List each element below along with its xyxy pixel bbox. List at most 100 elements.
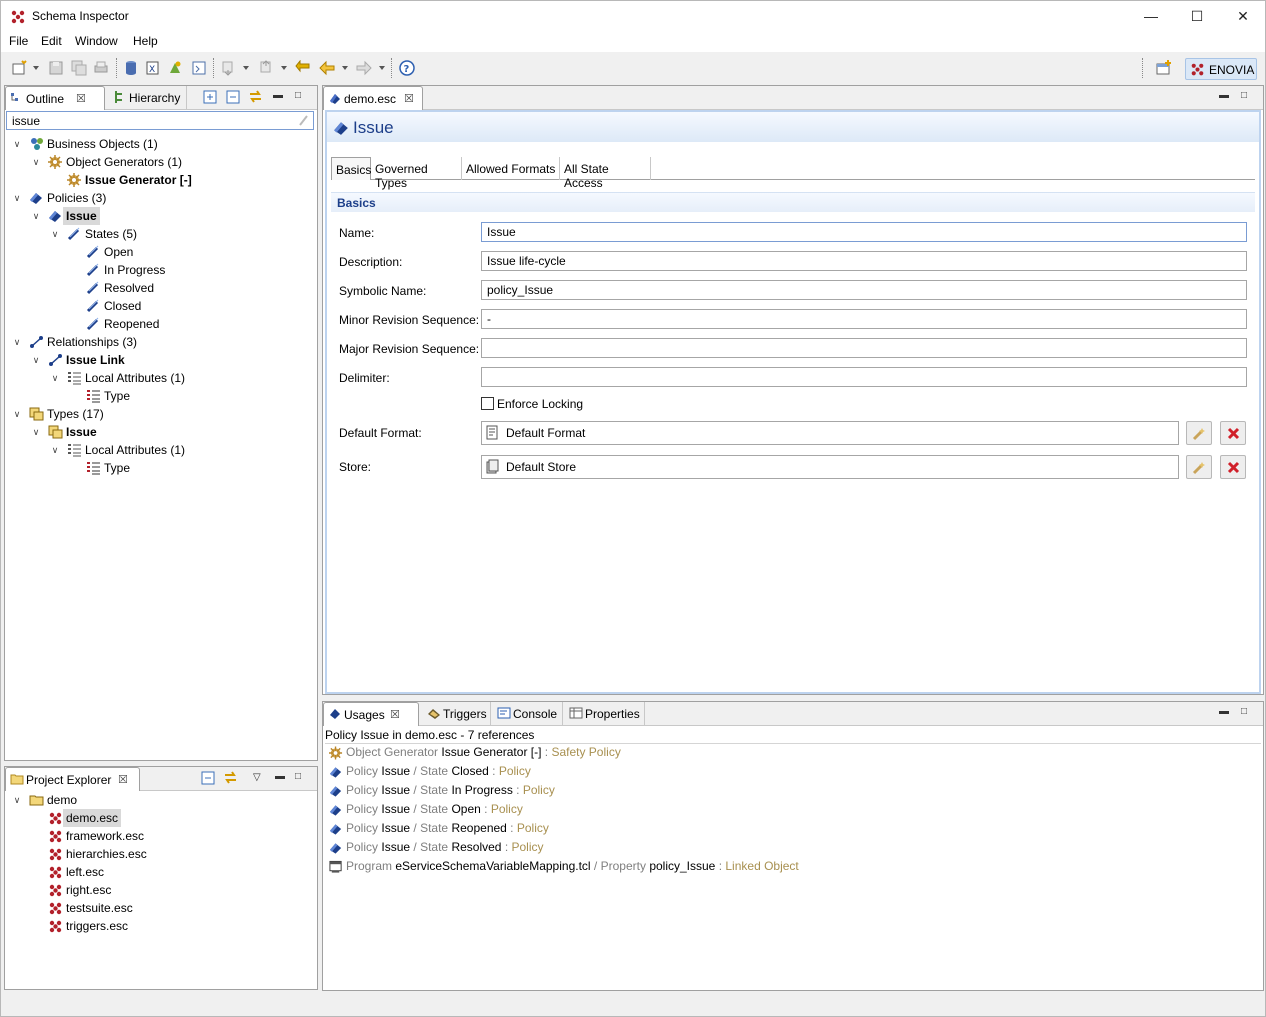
previous-annotation-icon[interactable] <box>258 60 274 76</box>
next-annotation-icon[interactable] <box>220 60 236 76</box>
clear-format-button[interactable] <box>1220 421 1246 445</box>
minimize-outline-icon[interactable]: ▬ <box>273 90 283 101</box>
expand-toggle-icon[interactable]: ∨ <box>31 423 41 441</box>
outline-filter-input[interactable]: issue <box>6 111 314 130</box>
usage-separator: / <box>413 783 417 797</box>
collapse-all-icon[interactable] <box>226 90 240 104</box>
name-input[interactable]: Issue <box>481 222 1247 242</box>
link-with-editor-icon[interactable] <box>248 89 263 104</box>
expand-toggle-icon[interactable]: ∨ <box>31 351 41 369</box>
state-icon <box>86 245 101 259</box>
usage-kind: Object Generator <box>346 745 439 759</box>
minimize-project-explorer-icon[interactable]: ▬ <box>275 771 285 782</box>
tab-demo-esc[interactable]: demo.esc ☒ <box>323 86 423 110</box>
tab-outline[interactable]: Outline ☒ <box>5 86 105 110</box>
tab-hierarchy[interactable]: Hierarchy <box>109 86 187 110</box>
major-revision-input[interactable] <box>481 338 1247 358</box>
usage-row[interactable]: Policy Issue / State In Progress : Polic… <box>329 781 555 800</box>
maximize-window-button[interactable]: ☐ <box>1174 1 1220 32</box>
expand-toggle-icon[interactable]: ∨ <box>12 405 22 423</box>
menu-help[interactable]: Help <box>133 34 158 48</box>
minimize-editor-icon[interactable]: ▬ <box>1219 90 1229 101</box>
expand-toggle-icon[interactable]: ∨ <box>31 207 41 225</box>
back-icon[interactable] <box>319 60 335 76</box>
delimiter-input[interactable] <box>481 367 1247 387</box>
previous-annotation-dropdown-icon[interactable] <box>281 66 287 70</box>
default-format-field[interactable]: Default Format <box>481 421 1179 445</box>
expand-toggle-icon[interactable]: ∨ <box>12 135 22 153</box>
forward-icon[interactable] <box>356 60 372 76</box>
clear-store-button[interactable] <box>1220 455 1246 479</box>
subtab-basics[interactable]: Basics <box>331 157 371 180</box>
run-icon[interactable] <box>167 60 183 76</box>
expand-toggle-icon[interactable]: ∨ <box>12 333 22 351</box>
subtab-allowed-formats[interactable]: Allowed Formats <box>463 157 560 180</box>
expand-toggle-icon[interactable]: ∨ <box>12 791 22 809</box>
usage-row[interactable]: Object Generator Issue Generator [-] : S… <box>329 743 621 762</box>
minimize-window-button[interactable]: — <box>1128 1 1174 32</box>
properties-icon <box>569 707 583 719</box>
close-usages-icon[interactable]: ☒ <box>390 703 400 727</box>
view-menu-icon[interactable]: ▽ <box>253 772 261 783</box>
maximize-editor-icon[interactable]: □ <box>1241 90 1247 101</box>
enforce-locking-checkbox[interactable] <box>481 397 494 410</box>
maximize-outline-icon[interactable]: □ <box>295 90 301 101</box>
clear-filter-icon[interactable] <box>297 114 310 127</box>
maximize-usages-icon[interactable]: □ <box>1241 706 1247 717</box>
minimize-usages-icon[interactable]: ▬ <box>1219 706 1229 717</box>
minor-revision-input[interactable]: - <box>481 309 1247 329</box>
tab-project-explorer[interactable]: Project Explorer ☒ <box>5 767 140 791</box>
next-annotation-dropdown-icon[interactable] <box>243 66 249 70</box>
script-icon[interactable] <box>191 60 207 76</box>
store-field[interactable]: Default Store <box>481 455 1179 479</box>
maximize-project-explorer-icon[interactable]: □ <box>295 771 301 782</box>
usage-row[interactable]: Policy Issue / State Closed : Policy <box>329 762 531 781</box>
close-window-button[interactable]: ✕ <box>1220 1 1266 32</box>
project-file-item-label: demo.esc <box>63 809 122 827</box>
expand-toggle-icon[interactable]: ∨ <box>50 441 60 459</box>
usage-row[interactable]: Policy Issue / State Reopened : Policy <box>329 819 549 838</box>
database-icon[interactable] <box>123 60 139 76</box>
expand-toggle-icon[interactable]: ∨ <box>12 189 22 207</box>
export-xml-icon[interactable]: X <box>145 60 161 76</box>
symbolic-name-input[interactable]: policy_Issue <box>481 280 1247 300</box>
usage-row[interactable]: Policy Issue / State Resolved : Policy <box>329 838 544 857</box>
tab-triggers[interactable]: Triggers <box>423 702 491 726</box>
policy-icon <box>329 841 343 855</box>
browse-store-button[interactable] <box>1186 455 1212 479</box>
expand-all-icon[interactable] <box>203 90 217 104</box>
expand-toggle-icon[interactable]: ∨ <box>50 369 60 387</box>
tab-console[interactable]: Console <box>493 702 563 726</box>
link-projects-icon[interactable] <box>223 770 238 785</box>
forward-dropdown-icon[interactable] <box>379 66 385 70</box>
close-outline-icon[interactable]: ☒ <box>76 87 86 111</box>
tab-properties[interactable]: Properties <box>565 702 645 726</box>
usage-row[interactable]: Program eServiceSchemaVariableMapping.tc… <box>329 857 799 876</box>
back-dropdown-icon[interactable] <box>342 66 348 70</box>
menu-window[interactable]: Window <box>75 34 118 48</box>
expand-toggle-icon[interactable]: ∨ <box>50 225 60 243</box>
collapse-all-projects-icon[interactable] <box>201 771 215 785</box>
save-icon[interactable] <box>48 60 64 76</box>
subtab-governed-types[interactable]: Governed Types <box>372 157 462 190</box>
outline-tree-item-label: Local Attributes (1) <box>85 371 186 385</box>
menu-file[interactable]: File <box>9 34 28 48</box>
expand-toggle-icon[interactable]: ∨ <box>31 153 41 171</box>
last-edit-icon[interactable] <box>295 60 311 76</box>
open-perspective-icon[interactable] <box>1156 60 1172 76</box>
outline-tree-item-label: Issue Generator [-] <box>85 173 192 187</box>
enovia-perspective-button[interactable]: ENOVIA <box>1185 58 1257 80</box>
tab-usages[interactable]: Usages ☒ <box>323 702 419 726</box>
help-icon[interactable]: ? <box>399 60 415 76</box>
menu-edit[interactable]: Edit <box>41 34 62 48</box>
new-dropdown-icon[interactable] <box>33 66 39 70</box>
save-all-icon[interactable] <box>71 60 87 76</box>
subtab-all-state-access[interactable]: All State Access <box>561 157 651 190</box>
description-input[interactable]: Issue life-cycle <box>481 251 1247 271</box>
new-icon[interactable] <box>11 60 27 76</box>
close-editor-tab-icon[interactable]: ☒ <box>404 87 414 111</box>
usage-row[interactable]: Policy Issue / State Open : Policy <box>329 800 523 819</box>
print-icon[interactable] <box>93 60 109 76</box>
browse-format-button[interactable] <box>1186 421 1212 445</box>
close-project-explorer-icon[interactable]: ☒ <box>118 768 128 792</box>
